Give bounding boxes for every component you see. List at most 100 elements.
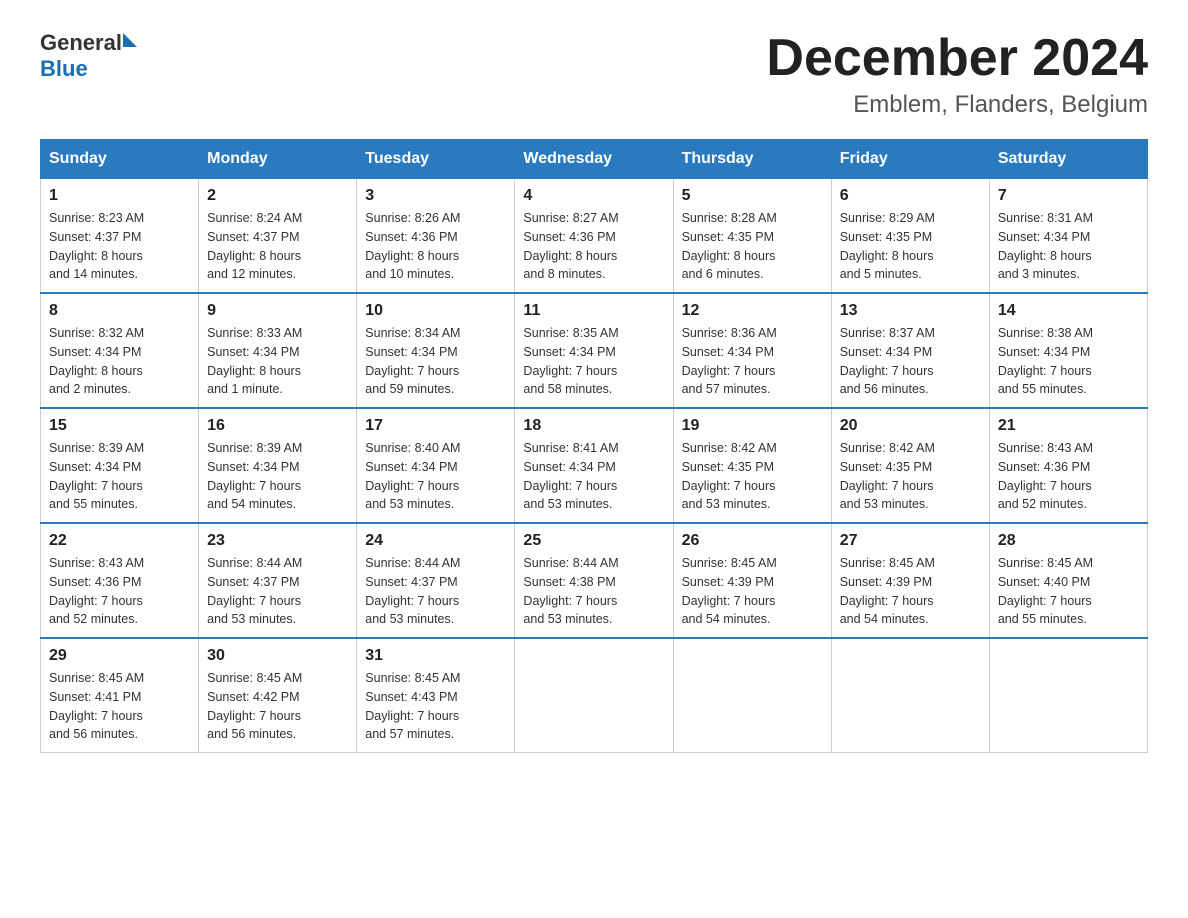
- day-number: 30: [207, 647, 348, 665]
- day-info: Sunrise: 8:23 AM Sunset: 4:37 PM Dayligh…: [49, 209, 190, 284]
- day-number: 5: [682, 187, 823, 205]
- calendar-day-cell: 16Sunrise: 8:39 AM Sunset: 4:34 PM Dayli…: [199, 408, 357, 523]
- calendar-day-cell: 9 Sunrise: 8:33 AM Sunset: 4:34 PM Daylig…: [199, 293, 357, 408]
- calendar-day-cell: 11 Sunrise: 8:35 AM Sunset: 4:34 PM Dayli…: [515, 293, 673, 408]
- day-number: 16: [207, 417, 348, 435]
- calendar-day-cell: 25 Sunrise: 8:44 AM Sunset: 4:38 PM Dayli…: [515, 523, 673, 638]
- day-of-week-header: Thursday: [673, 140, 831, 179]
- calendar-week-row: 29 Sunrise: 8:45 AM Sunset: 4:41 PM Dayli…: [41, 638, 1148, 753]
- logo-text2: Blue: [40, 56, 88, 81]
- day-number: 10: [365, 302, 506, 320]
- calendar-day-cell: 27 Sunrise: 8:45 AM Sunset: 4:39 PM Dayli…: [831, 523, 989, 638]
- day-number: 29: [49, 647, 190, 665]
- calendar-day-cell: 23Sunrise: 8:44 AM Sunset: 4:37 PM Dayli…: [199, 523, 357, 638]
- day-number: 11: [523, 302, 664, 320]
- day-number: 31: [365, 647, 506, 665]
- calendar-day-cell: 31 Sunrise: 8:45 AM Sunset: 4:43 PM Dayli…: [357, 638, 515, 753]
- day-number: 7: [998, 187, 1139, 205]
- calendar-day-cell: [515, 638, 673, 753]
- calendar-day-cell: 10 Sunrise: 8:34 AM Sunset: 4:34 PM Dayli…: [357, 293, 515, 408]
- day-info: Sunrise: 8:45 AM Sunset: 4:43 PM Dayligh…: [365, 669, 506, 744]
- day-info: Sunrise: 8:42 AM Sunset: 4:35 PM Dayligh…: [840, 439, 981, 514]
- calendar-day-cell: 28Sunrise: 8:45 AM Sunset: 4:40 PM Dayli…: [989, 523, 1147, 638]
- day-info: Sunrise: 8:31 AM Sunset: 4:34 PM Dayligh…: [998, 209, 1139, 284]
- page-header: General Blue December 2024 Emblem, Fland…: [40, 30, 1148, 119]
- day-info: Sunrise: 8:45 AM Sunset: 4:39 PM Dayligh…: [840, 554, 981, 629]
- day-number: 3: [365, 187, 506, 205]
- day-info: Sunrise: 8:34 AM Sunset: 4:34 PM Dayligh…: [365, 324, 506, 399]
- calendar-day-cell: 13 Sunrise: 8:37 AM Sunset: 4:34 PM Dayli…: [831, 293, 989, 408]
- day-info: Sunrise: 8:44 AM Sunset: 4:37 PM Dayligh…: [365, 554, 506, 629]
- day-info: Sunrise: 8:45 AM Sunset: 4:39 PM Dayligh…: [682, 554, 823, 629]
- day-number: 8: [49, 302, 190, 320]
- calendar-day-cell: [673, 638, 831, 753]
- day-number: 21: [998, 417, 1139, 435]
- day-number: 14: [998, 302, 1139, 320]
- calendar-header-row: SundayMondayTuesdayWednesdayThursdayFrid…: [41, 140, 1148, 179]
- day-info: Sunrise: 8:29 AM Sunset: 4:35 PM Dayligh…: [840, 209, 981, 284]
- day-info: Sunrise: 8:45 AM Sunset: 4:41 PM Dayligh…: [49, 669, 190, 744]
- calendar-day-cell: 21 Sunrise: 8:43 AM Sunset: 4:36 PM Dayli…: [989, 408, 1147, 523]
- header-right: December 2024 Emblem, Flanders, Belgium: [766, 30, 1148, 119]
- logo-triangle-icon: [123, 33, 137, 47]
- day-number: 27: [840, 532, 981, 550]
- day-number: 24: [365, 532, 506, 550]
- day-of-week-header: Sunday: [41, 140, 199, 179]
- calendar-day-cell: 4 Sunrise: 8:27 AM Sunset: 4:36 PM Daylig…: [515, 179, 673, 294]
- day-number: 20: [840, 417, 981, 435]
- day-info: Sunrise: 8:39 AM Sunset: 4:34 PM Dayligh…: [49, 439, 190, 514]
- day-info: Sunrise: 8:43 AM Sunset: 4:36 PM Dayligh…: [49, 554, 190, 629]
- calendar-day-cell: [831, 638, 989, 753]
- day-info: Sunrise: 8:37 AM Sunset: 4:34 PM Dayligh…: [840, 324, 981, 399]
- calendar-day-cell: 3 Sunrise: 8:26 AM Sunset: 4:36 PM Daylig…: [357, 179, 515, 294]
- calendar-day-cell: 26Sunrise: 8:45 AM Sunset: 4:39 PM Dayli…: [673, 523, 831, 638]
- day-info: Sunrise: 8:26 AM Sunset: 4:36 PM Dayligh…: [365, 209, 506, 284]
- day-info: Sunrise: 8:45 AM Sunset: 4:40 PM Dayligh…: [998, 554, 1139, 629]
- day-info: Sunrise: 8:42 AM Sunset: 4:35 PM Dayligh…: [682, 439, 823, 514]
- day-of-week-header: Tuesday: [357, 140, 515, 179]
- calendar-day-cell: 22 Sunrise: 8:43 AM Sunset: 4:36 PM Dayli…: [41, 523, 199, 638]
- calendar-table: SundayMondayTuesdayWednesdayThursdayFrid…: [40, 139, 1148, 753]
- calendar-day-cell: 6 Sunrise: 8:29 AM Sunset: 4:35 PM Daylig…: [831, 179, 989, 294]
- day-info: Sunrise: 8:44 AM Sunset: 4:38 PM Dayligh…: [523, 554, 664, 629]
- calendar-day-cell: 5 Sunrise: 8:28 AM Sunset: 4:35 PM Daylig…: [673, 179, 831, 294]
- calendar-day-cell: 12Sunrise: 8:36 AM Sunset: 4:34 PM Dayli…: [673, 293, 831, 408]
- month-title: December 2024: [766, 30, 1148, 87]
- day-info: Sunrise: 8:33 AM Sunset: 4:34 PM Dayligh…: [207, 324, 348, 399]
- day-number: 2: [207, 187, 348, 205]
- day-number: 19: [682, 417, 823, 435]
- calendar-week-row: 1Sunrise: 8:23 AM Sunset: 4:37 PM Daylig…: [41, 179, 1148, 294]
- day-number: 13: [840, 302, 981, 320]
- day-number: 15: [49, 417, 190, 435]
- day-number: 17: [365, 417, 506, 435]
- day-number: 25: [523, 532, 664, 550]
- day-of-week-header: Saturday: [989, 140, 1147, 179]
- day-info: Sunrise: 8:35 AM Sunset: 4:34 PM Dayligh…: [523, 324, 664, 399]
- day-number: 18: [523, 417, 664, 435]
- location: Emblem, Flanders, Belgium: [766, 91, 1148, 119]
- day-info: Sunrise: 8:38 AM Sunset: 4:34 PM Dayligh…: [998, 324, 1139, 399]
- day-info: Sunrise: 8:41 AM Sunset: 4:34 PM Dayligh…: [523, 439, 664, 514]
- calendar-day-cell: 1Sunrise: 8:23 AM Sunset: 4:37 PM Daylig…: [41, 179, 199, 294]
- day-info: Sunrise: 8:28 AM Sunset: 4:35 PM Dayligh…: [682, 209, 823, 284]
- calendar-day-cell: 18 Sunrise: 8:41 AM Sunset: 4:34 PM Dayli…: [515, 408, 673, 523]
- calendar-day-cell: 20 Sunrise: 8:42 AM Sunset: 4:35 PM Dayli…: [831, 408, 989, 523]
- day-info: Sunrise: 8:44 AM Sunset: 4:37 PM Dayligh…: [207, 554, 348, 629]
- calendar-day-cell: 24 Sunrise: 8:44 AM Sunset: 4:37 PM Dayli…: [357, 523, 515, 638]
- day-info: Sunrise: 8:40 AM Sunset: 4:34 PM Dayligh…: [365, 439, 506, 514]
- calendar-day-cell: 8Sunrise: 8:32 AM Sunset: 4:34 PM Daylig…: [41, 293, 199, 408]
- day-of-week-header: Friday: [831, 140, 989, 179]
- calendar-week-row: 15 Sunrise: 8:39 AM Sunset: 4:34 PM Dayli…: [41, 408, 1148, 523]
- day-number: 22: [49, 532, 190, 550]
- day-info: Sunrise: 8:27 AM Sunset: 4:36 PM Dayligh…: [523, 209, 664, 284]
- day-info: Sunrise: 8:43 AM Sunset: 4:36 PM Dayligh…: [998, 439, 1139, 514]
- day-info: Sunrise: 8:36 AM Sunset: 4:34 PM Dayligh…: [682, 324, 823, 399]
- logo: General Blue: [40, 30, 137, 82]
- day-number: 9: [207, 302, 348, 320]
- day-of-week-header: Monday: [199, 140, 357, 179]
- calendar-day-cell: [989, 638, 1147, 753]
- day-info: Sunrise: 8:24 AM Sunset: 4:37 PM Dayligh…: [207, 209, 348, 284]
- calendar-day-cell: 17 Sunrise: 8:40 AM Sunset: 4:34 PM Dayli…: [357, 408, 515, 523]
- day-number: 4: [523, 187, 664, 205]
- day-number: 6: [840, 187, 981, 205]
